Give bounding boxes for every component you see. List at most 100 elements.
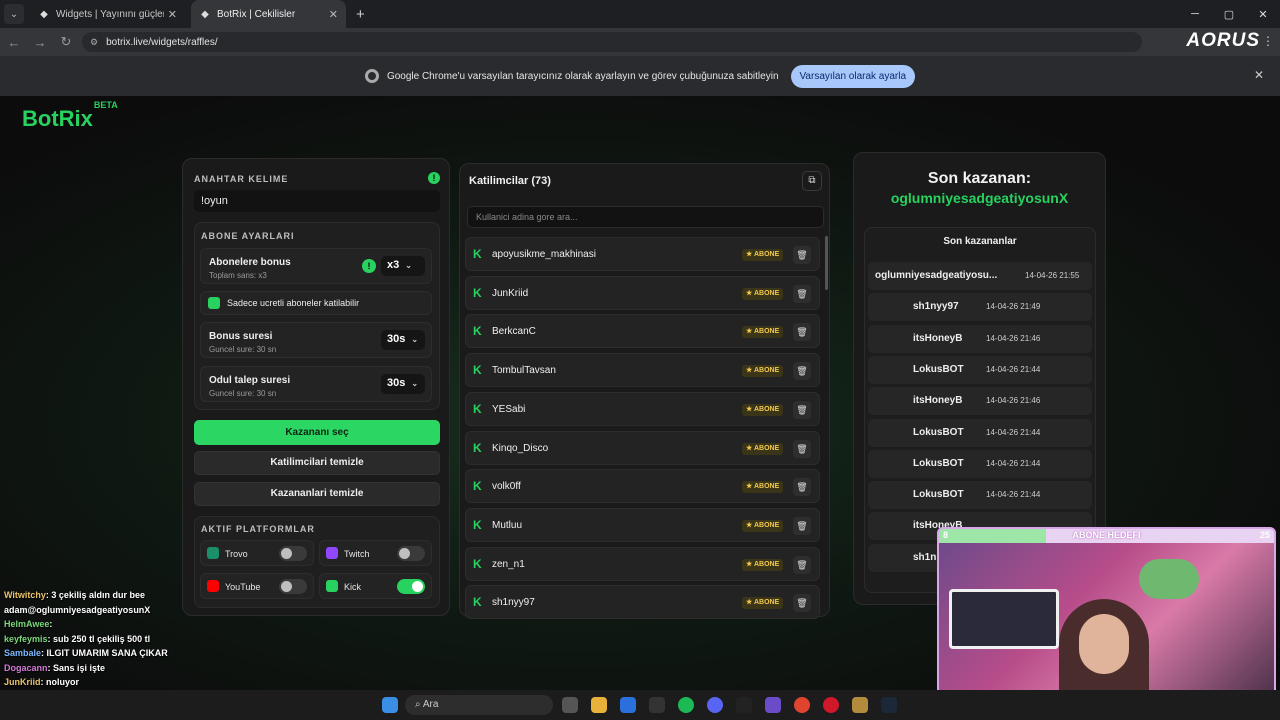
windows-start-icon[interactable] bbox=[382, 697, 398, 713]
participant-name: YESabi bbox=[492, 403, 526, 415]
trash-icon[interactable]: 🗑 bbox=[793, 246, 811, 264]
clear-winners-button[interactable]: Kazananlari temizle bbox=[194, 482, 440, 506]
bonus-time-select[interactable]: 30s ⌄ bbox=[381, 330, 425, 350]
kick-icon: K bbox=[473, 556, 482, 571]
trash-icon[interactable]: 🗑 bbox=[793, 323, 811, 342]
subscriber-bonus-select[interactable]: x3 ⌄ bbox=[381, 256, 425, 276]
window-controls: ─ ▢ ✕ bbox=[1178, 0, 1280, 28]
task-view-icon[interactable] bbox=[562, 697, 578, 713]
app-icon[interactable] bbox=[852, 697, 868, 713]
taskbar: ⌕ Ara bbox=[0, 690, 1280, 720]
reload-icon[interactable]: ↻ bbox=[54, 34, 78, 50]
kick-toggle[interactable] bbox=[397, 579, 425, 594]
pick-winner-button[interactable]: Kazananı seç bbox=[194, 420, 440, 445]
info-icon[interactable]: ! bbox=[428, 172, 440, 184]
url-field[interactable]: ⚙ botrix.live/widgets/raffles/ bbox=[82, 32, 1142, 52]
trash-icon[interactable]: 🗑 bbox=[793, 478, 811, 497]
clear-participants-button[interactable]: Katilimcilari temizle bbox=[194, 451, 440, 475]
close-window-icon[interactable]: ✕ bbox=[1246, 8, 1280, 21]
tab-botrix-raffles[interactable]: ◆ BotRix | Cekilisler ✕ bbox=[191, 0, 346, 28]
discord-icon[interactable] bbox=[707, 697, 723, 713]
tab-widgets[interactable]: ◆ Widgets | Yayınını güçlendirmek ✕ bbox=[30, 0, 185, 28]
chevron-down-icon: ⌄ bbox=[405, 261, 412, 270]
trash-icon[interactable]: 🗑 bbox=[793, 284, 811, 303]
participant-row: K Kinqo_Disco ★ ABONE 🗑 bbox=[465, 430, 820, 465]
participant-name: JunKriid bbox=[492, 287, 529, 299]
tab-search-button[interactable]: ⌄ bbox=[4, 4, 24, 24]
platform-label: Kick bbox=[344, 582, 362, 592]
close-tab-icon[interactable]: ✕ bbox=[329, 8, 338, 21]
chrome-icon[interactable] bbox=[794, 697, 810, 713]
last-winner-name: oglumniyesadgeatiyosunX bbox=[890, 190, 1069, 206]
winner-row: itsHoneyB 14-04-26 21:46 bbox=[868, 324, 1092, 353]
file-explorer-icon[interactable] bbox=[591, 697, 607, 713]
forward-icon[interactable]: → bbox=[28, 35, 52, 50]
menu-icon[interactable]: ⋮ bbox=[1262, 34, 1274, 48]
minimize-icon[interactable]: ─ bbox=[1178, 8, 1212, 20]
platform-label: Trovo bbox=[225, 549, 248, 559]
mail-icon[interactable] bbox=[620, 697, 636, 713]
winner-time: 14-04-26 21:44 bbox=[986, 458, 1041, 468]
trash-icon[interactable]: 🗑 bbox=[793, 400, 811, 419]
chat-message: HelmAwee: bbox=[4, 619, 53, 629]
twitch-toggle[interactable] bbox=[397, 546, 425, 561]
youtube-toggle[interactable] bbox=[279, 579, 307, 594]
back-icon[interactable]: ← bbox=[2, 35, 26, 50]
trash-icon[interactable]: 🗑 bbox=[793, 516, 811, 535]
only-paid-row[interactable]: Sadece ucretli aboneler katilabilir bbox=[200, 291, 432, 315]
participant-name: Kinqo_Disco bbox=[492, 442, 549, 454]
close-tab-icon[interactable]: ✕ bbox=[168, 8, 177, 21]
participant-row: Kvolk0ff ★ ABONE 🗑 bbox=[465, 469, 820, 504]
trash-icon[interactable]: 🗑 bbox=[793, 362, 811, 381]
chat-text: ILGIT UMARIM SANA ÇIKAR bbox=[46, 648, 168, 658]
info-icon[interactable]: ! bbox=[362, 259, 376, 273]
platform-twitch: Twitch bbox=[319, 540, 432, 566]
winner-row: LokusBOT 14-04-26 21:44 bbox=[868, 449, 1092, 478]
subscriber-badge: ★ ABONE bbox=[742, 287, 784, 300]
chevron-down-icon: ⌄ bbox=[411, 379, 419, 388]
botrix-logo[interactable]: BotRixBETA bbox=[22, 100, 118, 132]
winner-name: sh1n bbox=[913, 551, 937, 563]
platform-youtube: YouTube bbox=[200, 573, 314, 599]
spotify-icon[interactable] bbox=[678, 697, 694, 713]
trovo-toggle[interactable] bbox=[279, 546, 307, 561]
participant-name: sh1nyy97 bbox=[492, 597, 535, 609]
winner-time: 14-04-26 21:44 bbox=[986, 490, 1041, 500]
sub-goal-target: 25 bbox=[1259, 530, 1270, 540]
claim-time-select[interactable]: 30s ⌄ bbox=[381, 374, 425, 394]
participant-search-input[interactable]: Kullanici adina gore ara... bbox=[467, 206, 824, 228]
maximize-icon[interactable]: ▢ bbox=[1212, 8, 1246, 21]
keyword-input[interactable]: !oyun bbox=[194, 190, 440, 212]
new-tab-button[interactable]: + bbox=[356, 6, 365, 23]
app-icon[interactable] bbox=[765, 697, 781, 713]
copy-icon[interactable]: ⧉ bbox=[802, 171, 822, 191]
kick-icon: K bbox=[473, 595, 482, 610]
aorus-logo: AORUS bbox=[1186, 30, 1260, 51]
subscriber-badge: ★ ABONE bbox=[742, 519, 784, 532]
trash-icon[interactable]: 🗑 bbox=[793, 439, 811, 458]
taskbar-search[interactable]: ⌕ Ara bbox=[405, 695, 553, 715]
winner-time: 14-04-26 21:49 bbox=[986, 302, 1041, 312]
participant-name: Mutluu bbox=[492, 519, 523, 531]
set-default-button[interactable]: Varsayılan olarak ayarla bbox=[790, 64, 916, 88]
participant-name: TombulTavsan bbox=[492, 365, 556, 377]
platform-label: Twitch bbox=[344, 549, 370, 559]
trash-icon[interactable]: 🗑 bbox=[793, 555, 811, 574]
trash-icon[interactable]: 🗑 bbox=[793, 594, 811, 613]
steam-icon[interactable] bbox=[881, 697, 897, 713]
app-icon[interactable] bbox=[649, 697, 665, 713]
winner-row: LokusBOT 14-04-26 21:44 bbox=[868, 481, 1092, 510]
webcam-streamer-face bbox=[1079, 614, 1129, 674]
close-infobar-icon[interactable]: ✕ bbox=[1254, 68, 1264, 82]
opera-icon[interactable] bbox=[823, 697, 839, 713]
sub-goal-current: 8 bbox=[943, 530, 949, 540]
webcam-background-plush bbox=[1139, 559, 1199, 599]
app-icon[interactable] bbox=[736, 697, 752, 713]
participant-row: K JunKriid ★ ABONE 🗑 bbox=[465, 275, 820, 310]
only-paid-checkbox[interactable] bbox=[208, 297, 220, 309]
last-winner-label: Son kazanan: bbox=[927, 170, 1032, 187]
kick-icon: K bbox=[473, 401, 482, 416]
bonus-time-label: Bonus suresi bbox=[209, 331, 273, 342]
participant-scrollbar[interactable] bbox=[825, 236, 828, 290]
site-info-icon[interactable]: ⚙ bbox=[90, 37, 98, 48]
